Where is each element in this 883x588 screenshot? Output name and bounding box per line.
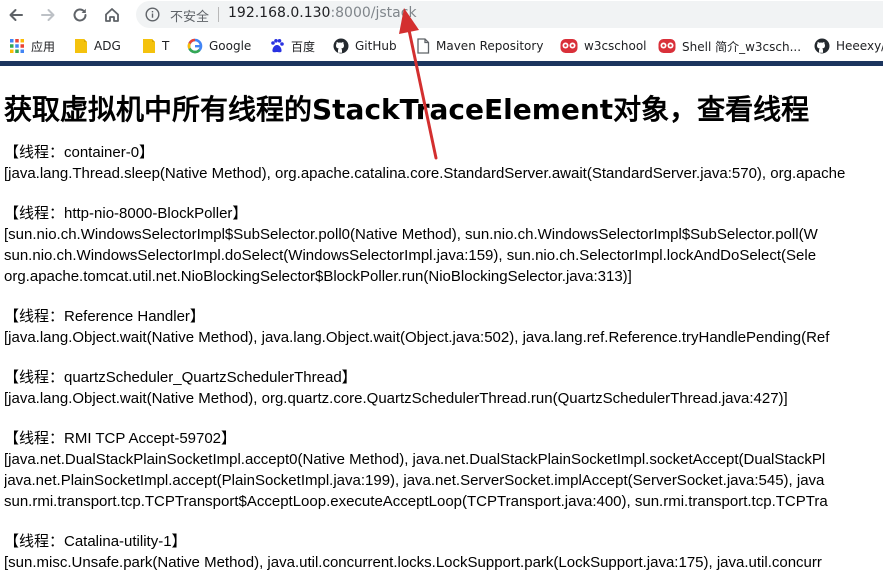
bookmark-heeexy[interactable]: Heeexy/	[814, 37, 883, 55]
bookmark-maven-repository[interactable]: Maven Repository	[416, 37, 543, 55]
folder-icon	[143, 39, 155, 53]
stack-trace-line: [java.net.DualStackPlainSocketImpl.accep…	[4, 451, 826, 468]
thread-block: 【线程：http-nio-8000-BlockPoller】 [sun.nio.c…	[4, 203, 883, 287]
bookmark-google[interactable]: Google	[187, 37, 251, 55]
bookmarks-bar: 应用 ADG T Google 百度 GitHub Maven Reposito…	[0, 30, 883, 62]
thread-name: 【线程：container-0】	[4, 144, 155, 161]
bookmark-label: Shell 简介_w3csch...	[682, 39, 802, 54]
github-icon	[333, 38, 349, 54]
page-title: 获取虚拟机中所有线程的StackTraceElement对象，查看线程	[4, 93, 810, 126]
stack-trace-line: sun.nio.ch.WindowsSelectorImpl.doSelect(…	[4, 247, 817, 264]
baidu-paw-icon	[271, 39, 284, 53]
thread-block: 【线程：container-0】 [java.lang.Thread.sleep(…	[4, 142, 883, 184]
bookmark-label: ADG	[94, 39, 121, 53]
folder-icon	[75, 39, 87, 53]
bookmark-folder-t[interactable]: T	[142, 37, 169, 55]
bookmark-github[interactable]: GitHub	[333, 37, 397, 55]
omnibox-divider	[218, 7, 219, 22]
page-content: 获取虚拟机中所有线程的StackTraceElement对象，查看线程 【线程：…	[4, 66, 883, 588]
w3cschool-icon	[560, 39, 578, 53]
stack-trace-line: [java.lang.Object.wait(Native Method), j…	[4, 329, 830, 346]
arrow-left-icon	[9, 9, 23, 21]
home-icon	[105, 8, 119, 22]
thread-list: 【线程：container-0】 [java.lang.Thread.sleep(…	[4, 142, 883, 573]
stack-trace-line: [java.lang.Object.wait(Native Method), o…	[4, 390, 788, 407]
apps-grid-icon	[10, 39, 24, 53]
info-icon[interactable]	[145, 7, 160, 22]
thread-name: 【线程：Catalina-utility-1】	[4, 533, 187, 550]
stack-trace-line: org.apache.tomcat.util.net.NioBlockingSe…	[4, 268, 632, 285]
stack-trace-line: [sun.misc.Unsafe.park(Native Method), ja…	[4, 554, 822, 571]
url-path: :8000/jstack	[330, 5, 417, 21]
thread-name: 【线程：RMI TCP Accept-59702】	[4, 430, 237, 447]
thread-name: 【线程：http-nio-8000-BlockPoller】	[4, 205, 248, 222]
bookmark-baidu[interactable]: 百度	[269, 37, 315, 55]
thread-name: 【线程：Reference Handler】	[4, 308, 205, 325]
url-text[interactable]: 192.168.0.130:8000/jstack	[228, 5, 417, 21]
not-secure-label[interactable]: 不安全	[170, 6, 209, 25]
stack-trace-line: sun.rmi.transport.tcp.TCPTransport$Accep…	[4, 493, 828, 510]
github-icon	[814, 38, 830, 54]
url-host: 192.168.0.130	[228, 5, 331, 21]
bookmark-label: T	[162, 39, 170, 53]
stack-trace-line: [java.lang.Thread.sleep(Native Method), …	[4, 165, 846, 182]
home-button[interactable]	[99, 2, 125, 28]
page-icon	[417, 38, 430, 54]
bookmark-w3cschool[interactable]: w3cschool	[560, 37, 647, 55]
address-bar[interactable]: 不安全 192.168.0.130:8000/jstack	[136, 1, 883, 28]
forward-button[interactable]	[35, 2, 61, 28]
bookmark-label: Maven Repository	[436, 39, 544, 53]
browser-toolbar: 不安全 192.168.0.130:8000/jstack	[0, 0, 883, 30]
bookmark-label: Heeexy/	[836, 39, 883, 53]
stack-trace-line: [sun.nio.ch.WindowsSelectorImpl$SubSelec…	[4, 226, 818, 243]
bookmark-shell-intro[interactable]: Shell 简介_w3csch...	[658, 37, 801, 55]
reload-button[interactable]	[67, 2, 93, 28]
stack-trace-line: java.net.PlainSocketImpl.accept(PlainSoc…	[4, 472, 825, 489]
w3cschool-icon	[658, 39, 676, 53]
thread-block: 【线程：quartzScheduler_QuartzSchedulerThrea…	[4, 367, 883, 409]
bookmark-label: GitHub	[355, 39, 397, 53]
back-button[interactable]	[3, 2, 29, 28]
reload-icon	[73, 8, 87, 22]
google-icon	[187, 38, 203, 54]
bookmark-label: Google	[209, 39, 252, 53]
bookmark-label: 百度	[291, 39, 316, 54]
bookmark-label: w3cschool	[584, 39, 647, 53]
thread-block: 【线程：RMI TCP Accept-59702】 [java.net.DualS…	[4, 428, 883, 512]
bookmark-folder-adg[interactable]: ADG	[74, 37, 121, 55]
thread-name: 【线程：quartzScheduler_QuartzSchedulerThrea…	[4, 369, 357, 386]
bookmark-label: 应用	[31, 39, 56, 54]
arrow-right-icon	[41, 9, 55, 21]
thread-block: 【线程：Reference Handler】 [java.lang.Object.…	[4, 306, 883, 348]
thread-block: 【线程：Catalina-utility-1】 [sun.misc.Unsafe.…	[4, 531, 883, 573]
bookmark-apps[interactable]: 应用	[9, 37, 55, 55]
